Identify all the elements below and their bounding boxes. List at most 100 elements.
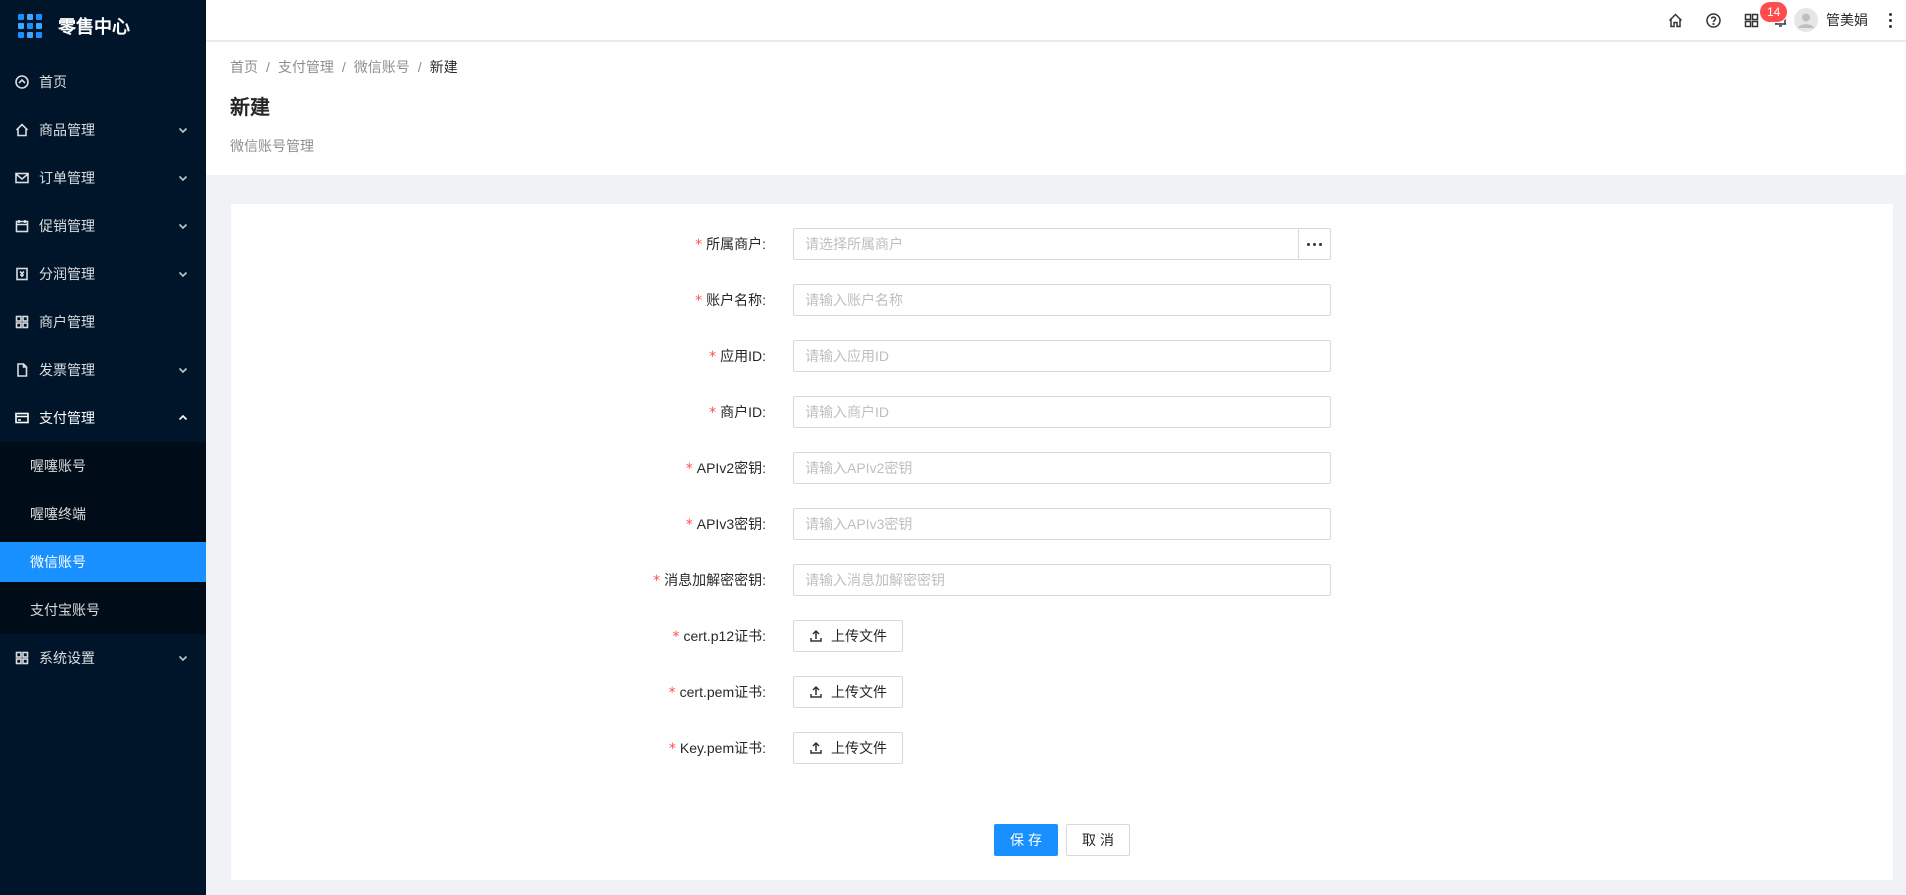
credit-card-icon: [15, 411, 29, 425]
question-icon[interactable]: [1694, 0, 1732, 40]
file-icon: [15, 363, 29, 377]
key-pem-upload-button[interactable]: 上传文件: [793, 732, 903, 764]
upload-icon: [810, 629, 822, 642]
form-row-cert-pem: * cert.pem证书: 上传文件: [231, 676, 1893, 708]
sidebar-item-label: 促销管理: [39, 218, 95, 234]
form-row-app-id: * 应用ID:: [231, 340, 1893, 372]
calendar-icon: [15, 219, 29, 233]
chevron-down-icon: [178, 125, 188, 135]
payment-submenu: 喔噻账号 喔噻终端 微信账号 支付宝账号: [0, 442, 206, 634]
sidebar-item-merchants[interactable]: 商户管理: [0, 298, 206, 346]
save-button[interactable]: 保存: [994, 824, 1058, 856]
breadcrumb: 首页 / 支付管理 / 微信账号 / 新建: [230, 56, 1882, 78]
bell-icon[interactable]: 14: [1760, 0, 1790, 40]
cert-pem-upload-button[interactable]: 上传文件: [793, 676, 903, 708]
page-description: 微信账号管理: [230, 138, 314, 154]
upload-icon: [810, 685, 822, 698]
sidebar-item-alipay-account[interactable]: 支付宝账号: [0, 586, 206, 634]
chevron-down-icon: [178, 365, 188, 375]
key-pem-label: * Key.pem证书:: [668, 740, 766, 757]
dashboard-icon: [15, 75, 29, 89]
sidebar-item-wosai-terminal[interactable]: 喔噻终端: [0, 490, 206, 538]
breadcrumb-item-wechat[interactable]: 微信账号: [354, 57, 410, 77]
cert-p12-label: * cert.p12证书:: [672, 628, 766, 645]
avatar: [1794, 8, 1818, 32]
merchant-id-input[interactable]: [793, 396, 1331, 428]
breadcrumb-item-current: 新建: [429, 59, 458, 75]
sidebar-menu: 首页 商品管理 订单管理 促销管理 分润管理 商户管理 发票管理 支付管理 喔噻…: [0, 58, 206, 682]
message-key-label: * 消息加解密密钥:: [653, 572, 766, 589]
sidebar-item-label: 分润管理: [39, 266, 95, 282]
account-name-input[interactable]: [793, 284, 1331, 316]
sidebar-item-promotions[interactable]: 促销管理: [0, 202, 206, 250]
breadcrumb-item-payment[interactable]: 支付管理: [278, 57, 334, 77]
user-name: 管美娟: [1826, 12, 1868, 28]
home-icon: [15, 123, 29, 137]
chevron-down-icon: [178, 173, 188, 183]
cert-p12-upload-button[interactable]: 上传文件: [793, 620, 903, 652]
form-row-merchant: * 所属商户:: [231, 228, 1893, 260]
sidebar-item-wechat-account[interactable]: 微信账号: [0, 542, 206, 582]
breadcrumb-separator: /: [266, 59, 270, 75]
app-id-label: * 应用ID:: [709, 348, 766, 365]
sidebar: 零售中心 首页 商品管理 订单管理 促销管理 分润管理 商户管理 发票管理 支付…: [0, 0, 206, 895]
app-title: 零售中心: [58, 17, 130, 37]
sidebar-item-label: 首页: [39, 74, 67, 90]
breadcrumb-item-home[interactable]: 首页: [230, 57, 258, 77]
sidebar-item-label: 支付管理: [39, 410, 95, 426]
form-card: *所属商户: *账户名称: *应用ID: *商户ID: *APIv2密钥:: [231, 204, 1893, 880]
breadcrumb-separator: /: [341, 59, 346, 75]
mail-icon: [15, 171, 29, 185]
form-row-account-name: * 账户名称:: [231, 284, 1893, 316]
home-icon[interactable]: [1656, 0, 1694, 40]
sidebar-item-payments[interactable]: 支付管理: [0, 394, 206, 442]
upload-icon: [810, 741, 822, 754]
appstore-icon: [15, 651, 29, 665]
app-logo[interactable]: 零售中心: [0, 0, 206, 52]
more-vertical-icon[interactable]: [1882, 12, 1898, 28]
app-id-input[interactable]: [793, 340, 1331, 372]
form-row-merchant-id: * 商户ID:: [231, 396, 1893, 428]
merchant-picker: [793, 228, 1331, 260]
page-title: 新建: [230, 97, 270, 119]
money-icon: [15, 267, 29, 281]
page-header: 首页 / 支付管理 / 微信账号 / 新建 新建 微信账号管理: [206, 42, 1906, 175]
sidebar-item-invoices[interactable]: 发票管理: [0, 346, 206, 394]
sidebar-item-home[interactable]: 首页: [0, 58, 206, 106]
chevron-down-icon: [178, 653, 188, 663]
merchant-id-label: * 商户ID:: [709, 404, 766, 421]
chevron-down-icon: [178, 221, 188, 231]
chevron-down-icon: [178, 269, 188, 279]
merchant-input[interactable]: [793, 228, 1299, 260]
more-icon[interactable]: [1299, 228, 1331, 260]
chevron-up-icon: [178, 413, 188, 423]
upload-button-label: 上传文件: [831, 628, 887, 644]
apiv2-key-label: * APIv2密钥:: [685, 460, 766, 477]
apiv3-key-input[interactable]: [793, 508, 1331, 540]
cancel-button[interactable]: 取消: [1066, 824, 1130, 856]
breadcrumb-separator: /: [417, 59, 422, 75]
sidebar-item-products[interactable]: 商品管理: [0, 106, 206, 154]
sidebar-item-label: 商品管理: [39, 122, 95, 138]
top-header: 14 管美娟: [206, 0, 1906, 40]
sidebar-item-label: 订单管理: [39, 170, 95, 186]
message-key-input[interactable]: [793, 564, 1331, 596]
form-row-apiv3-key: * APIv3密钥:: [231, 508, 1893, 540]
user-menu[interactable]: 管美娟: [1790, 8, 1876, 32]
upload-button-label: 上传文件: [831, 740, 887, 756]
sidebar-item-label: 系统设置: [39, 650, 95, 666]
sidebar-item-label: 发票管理: [39, 362, 95, 378]
apps-grid-icon: [18, 14, 42, 38]
apiv3-key-label: * APIv3密钥:: [685, 516, 766, 533]
sidebar-item-wosai-account[interactable]: 喔噻账号: [0, 442, 206, 490]
sidebar-item-system-settings[interactable]: 系统设置: [0, 634, 206, 682]
form-row-apiv2-key: * APIv2密钥:: [231, 452, 1893, 484]
header-actions: 14 管美娟: [1656, 0, 1898, 40]
upload-button-label: 上传文件: [831, 684, 887, 700]
sidebar-item-profit-sharing[interactable]: 分润管理: [0, 250, 206, 298]
notification-badge: 14: [1760, 2, 1788, 22]
form-row-message-key: * 消息加解密密钥:: [231, 564, 1893, 596]
apiv2-key-input[interactable]: [793, 452, 1331, 484]
sidebar-item-orders[interactable]: 订单管理: [0, 154, 206, 202]
sidebar-item-label: 商户管理: [39, 314, 95, 330]
